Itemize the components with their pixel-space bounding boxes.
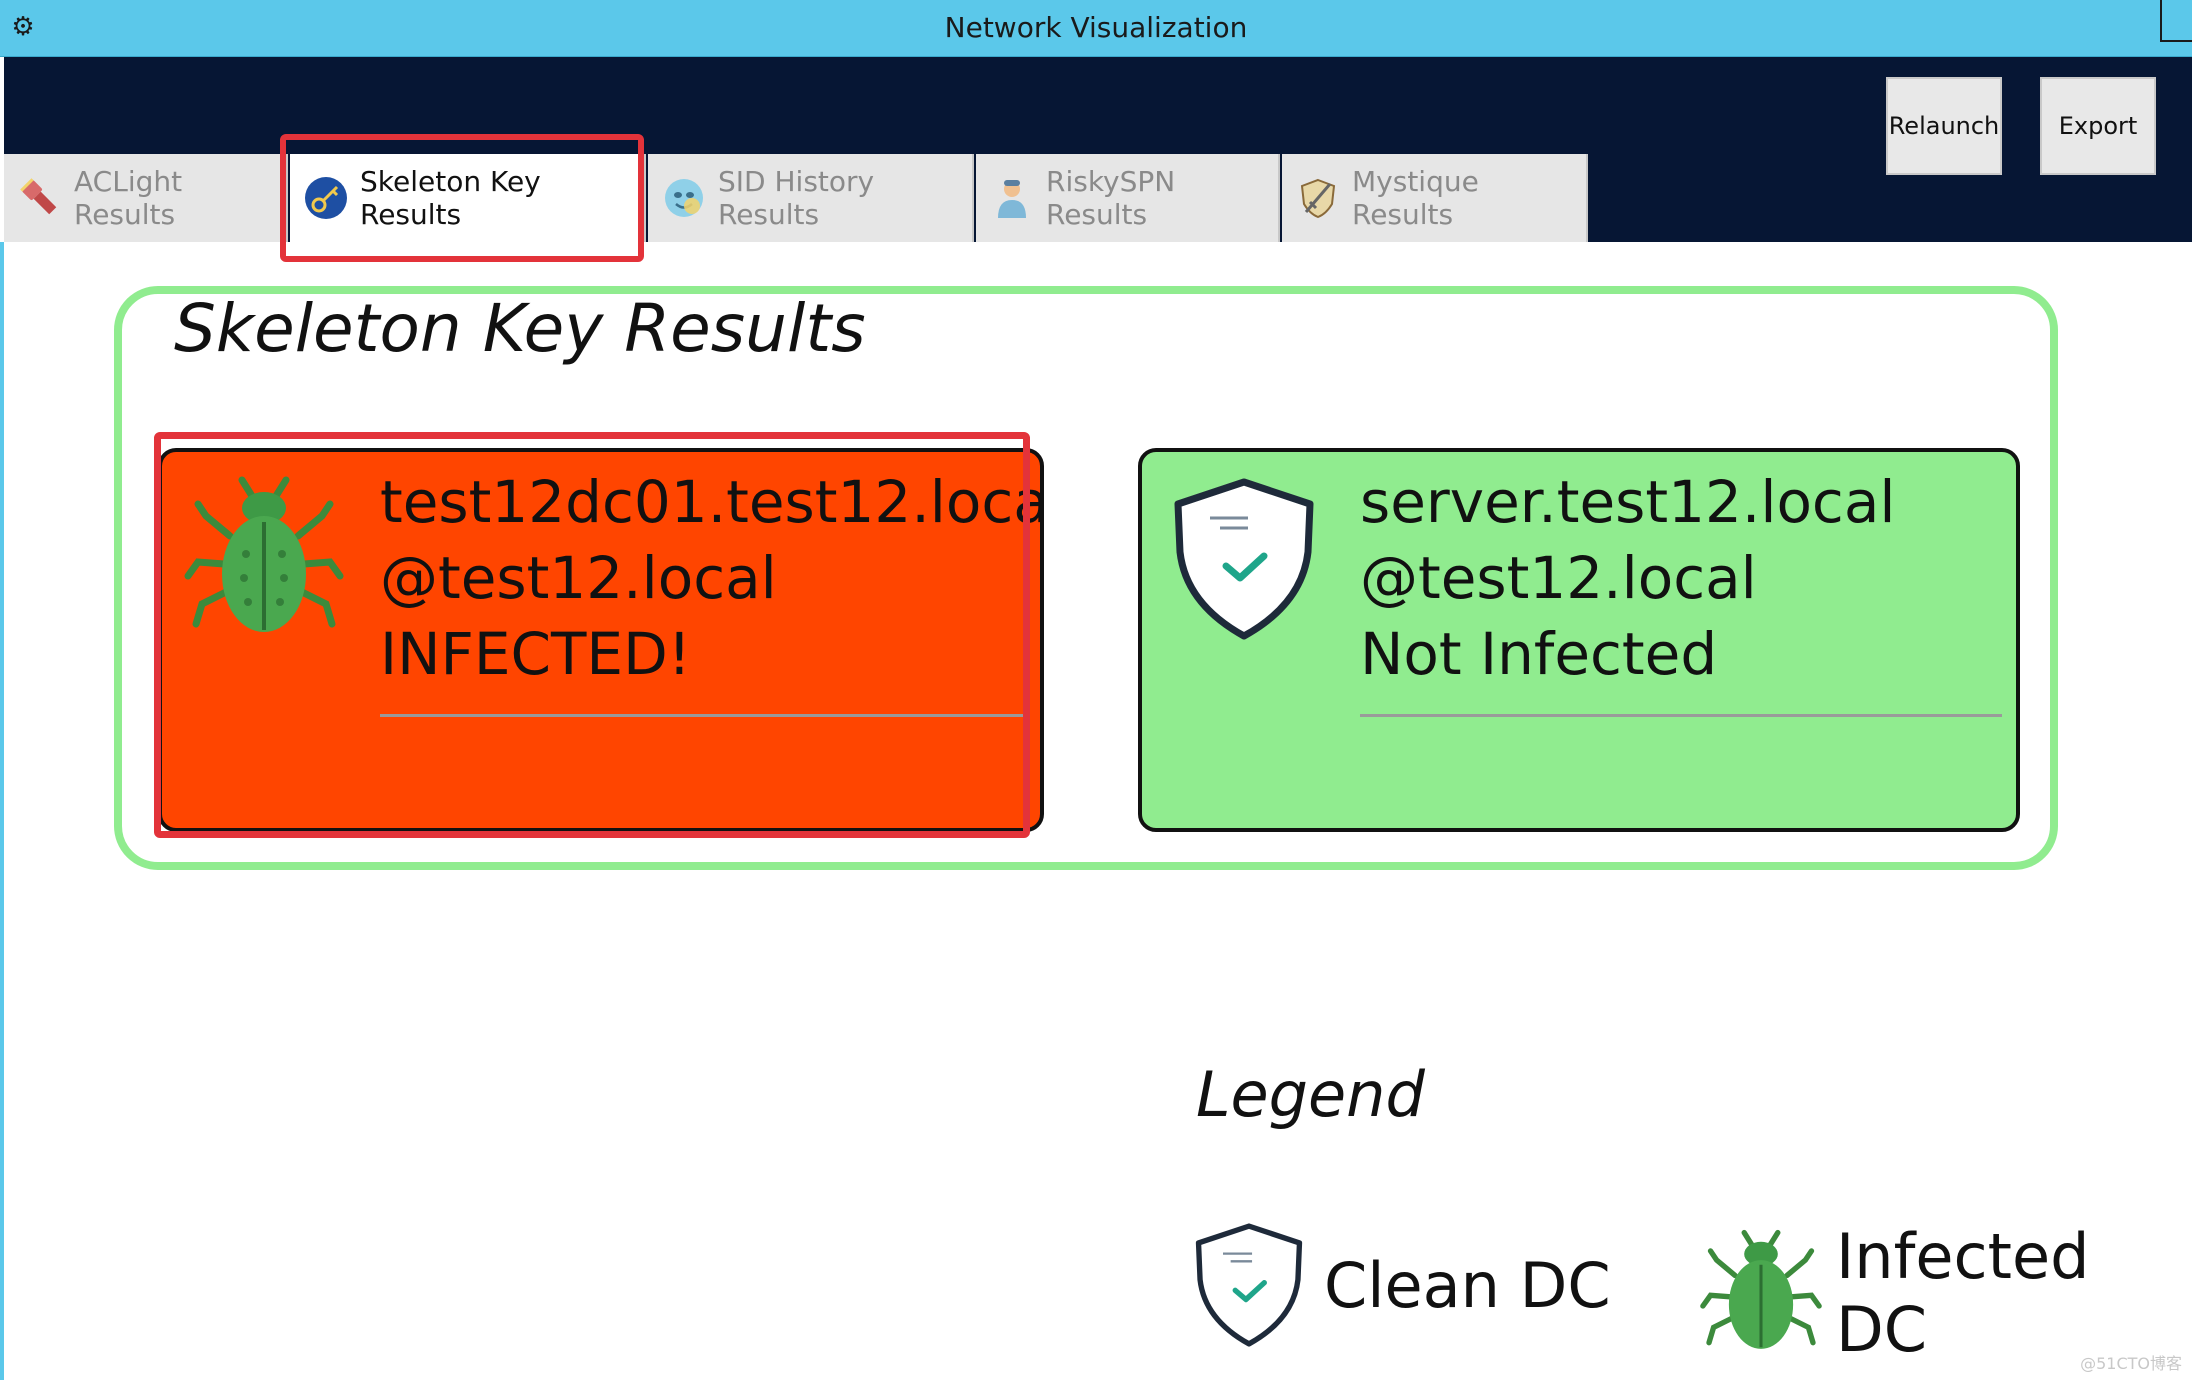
legend-label: Clean DC [1324,1248,1611,1322]
tab-label: Mystique Results [1352,165,1479,231]
tab-riskyspn[interactable]: RiskySPN Results [976,154,1280,242]
mask-icon [662,176,706,220]
window-title: Network Visualization [944,11,1248,44]
card-divider [1360,714,2002,717]
panel-title: Skeleton Key Results [174,290,866,367]
window-left-border [0,242,4,1380]
dc-card-clean[interactable]: server.test12.local @test12.local Not In… [1138,448,2020,832]
tab-label: SID History Results [718,165,875,231]
dc-domain: @test12.local [1360,544,1757,612]
title-bar: ⚙ Network Visualization [0,0,2192,57]
tab-aclight[interactable]: ACLight Results [4,154,288,242]
shield-check-icon [1164,474,1324,644]
watermark: @51CTO博客 [2080,1354,2182,1373]
legend-title: Legend [1196,1058,1425,1131]
bug-icon [1696,1228,1826,1358]
tab-label: RiskySPN Results [1046,165,1176,231]
shield-check-icon [1184,1220,1314,1350]
export-button[interactable]: Export [2040,77,2156,175]
tab-sid-history[interactable]: SID History Results [648,154,974,242]
flashlight-icon [18,176,62,220]
legend-label: Infected DC [1836,1220,2090,1366]
active-tab-highlight [280,134,644,262]
infected-card-highlight [154,432,1030,838]
tab-label: ACLight Results [74,165,183,231]
dc-status: Not Infected [1360,620,1718,688]
dc-hostname: server.test12.local [1360,468,1896,536]
shield-sword-icon [1296,176,1340,220]
relaunch-button[interactable]: Relaunch [1886,77,2002,175]
tab-mystique[interactable]: Mystique Results [1282,154,1588,242]
card-text: server.test12.local @test12.local Not In… [1360,464,1895,692]
person-icon [990,176,1034,220]
legend-infected: Infected DC [1696,1220,2192,1366]
legend-clean: Clean DC [1184,1220,1611,1350]
window-restore-button[interactable] [2160,0,2192,42]
